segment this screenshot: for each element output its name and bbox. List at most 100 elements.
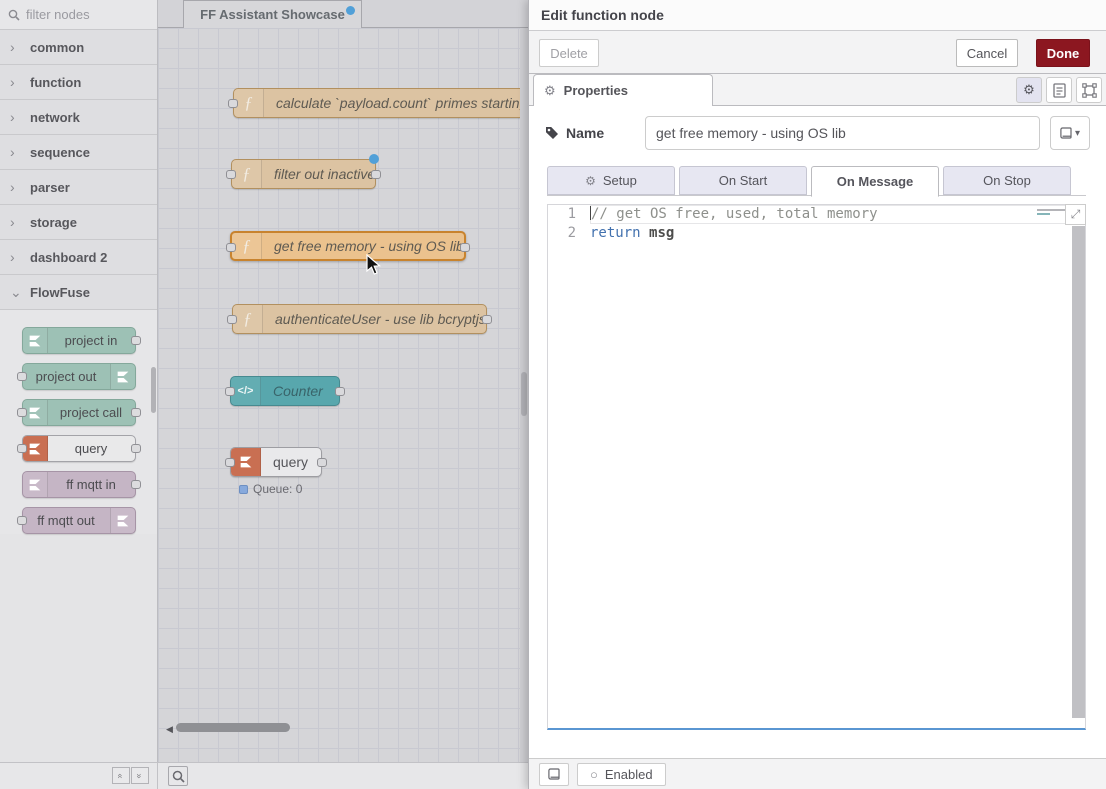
palette-category-network[interactable]: › network: [0, 100, 157, 135]
node-name-input[interactable]: [645, 116, 1040, 150]
canvas-horizontal-scrollbar[interactable]: ◀: [158, 722, 518, 734]
input-port[interactable]: [17, 516, 27, 525]
scrollbar-thumb[interactable]: [521, 372, 527, 416]
output-port[interactable]: [335, 387, 345, 396]
name-library-button[interactable]: ▾: [1050, 116, 1090, 150]
flow-canvas[interactable]: ƒ calculate `payload.count` primes start…: [158, 28, 528, 762]
palette-category-storage[interactable]: › storage: [0, 205, 157, 240]
palette-search-box[interactable]: [0, 0, 157, 30]
chevron-right-icon: ›: [10, 249, 20, 265]
node-label: authenticateUser - use lib bcryptjs: [263, 305, 486, 333]
node-palette: › common › function › network › sequence…: [0, 0, 158, 762]
node-calculate-primes[interactable]: ƒ calculate `payload.count` primes start…: [233, 88, 528, 118]
function-icon: ƒ: [234, 89, 264, 117]
tray-form: Name ▾ ⚙ Setup On Start On Message On St…: [529, 106, 1106, 730]
input-port[interactable]: [17, 372, 27, 381]
tab-on-start[interactable]: On Start: [679, 166, 807, 195]
tab-on-message[interactable]: On Message: [811, 166, 939, 197]
status-dot-icon: [239, 485, 248, 494]
palette-category-flowfuse[interactable]: ⌄ FlowFuse: [0, 275, 157, 310]
palette-category-dashboard2[interactable]: › dashboard 2: [0, 240, 157, 275]
flowfuse-logo-icon: [110, 508, 135, 533]
node-get-free-memory[interactable]: ƒ get free memory - using OS lib: [230, 231, 466, 261]
input-port[interactable]: [226, 170, 236, 179]
library-button[interactable]: [539, 763, 569, 786]
palette-node-project-out[interactable]: project out: [22, 363, 136, 390]
palette-category-parser[interactable]: › parser: [0, 170, 157, 205]
palette-node-ff-mqtt-in[interactable]: ff mqtt in: [22, 471, 136, 498]
output-port[interactable]: [131, 408, 141, 417]
input-port[interactable]: [17, 408, 27, 417]
palette-node-project-call[interactable]: project call: [22, 399, 136, 426]
input-port[interactable]: [228, 99, 238, 108]
palette-node-project-in[interactable]: project in: [22, 327, 136, 354]
output-port[interactable]: [131, 444, 141, 453]
palette-search-input[interactable]: [26, 7, 136, 22]
enabled-toggle-button[interactable]: ○ Enabled: [577, 763, 666, 786]
palette-collapse-all-button[interactable]: «: [112, 767, 130, 784]
input-port[interactable]: [226, 243, 236, 252]
node-appearance-button[interactable]: [1076, 77, 1102, 103]
input-port[interactable]: [225, 387, 235, 396]
done-button[interactable]: Done: [1036, 39, 1090, 67]
palette-category-function[interactable]: › function: [0, 65, 157, 100]
input-port[interactable]: [17, 444, 27, 453]
tab-on-stop[interactable]: On Stop: [943, 166, 1071, 195]
canvas-vertical-scrollbar[interactable]: [520, 28, 528, 762]
node-authenticate-user[interactable]: ƒ authenticateUser - use lib bcryptjs: [232, 304, 487, 334]
code-editor[interactable]: 1 // get OS free, used, total memory 2 r…: [547, 204, 1086, 730]
tab-properties-label: Properties: [564, 83, 628, 98]
palette-node-label: project call: [48, 400, 135, 425]
palette-category-label: network: [30, 110, 80, 125]
node-label: Counter: [261, 377, 339, 405]
node-filter-out-inactive[interactable]: ƒ filter out inactive: [231, 159, 376, 189]
palette-category-sequence[interactable]: › sequence: [0, 135, 157, 170]
palette-node-query[interactable]: query: [22, 435, 136, 462]
node-label: calculate `payload.count` primes startin…: [264, 89, 528, 117]
node-label: query: [261, 448, 321, 476]
palette-expand-all-button[interactable]: »: [131, 767, 149, 784]
name-label: Name: [545, 125, 637, 141]
palette-category-common[interactable]: › common: [0, 30, 157, 65]
tab-properties[interactable]: ⚙ Properties: [533, 74, 713, 106]
edit-node-tray: Edit function node Delete Cancel Done ⚙ …: [528, 0, 1106, 789]
node-description-button[interactable]: [1046, 77, 1072, 103]
flowfuse-logo-icon: [23, 328, 48, 353]
output-port[interactable]: [131, 480, 141, 489]
gear-icon: ⚙: [544, 83, 556, 99]
scroll-left-arrow-icon[interactable]: ◀: [166, 724, 173, 735]
tray-toolbar: Delete Cancel Done: [529, 31, 1106, 74]
delete-button[interactable]: Delete: [539, 39, 599, 67]
palette-category-label: common: [30, 40, 84, 55]
editor-scrollbar[interactable]: [1072, 226, 1085, 718]
flowfuse-logo-icon: [110, 364, 135, 389]
palette-scrollbar[interactable]: [151, 367, 156, 413]
radio-circle-icon: ○: [590, 767, 598, 782]
function-icon: ƒ: [232, 233, 262, 259]
output-port[interactable]: [317, 458, 327, 467]
node-counter[interactable]: </> Counter: [230, 376, 340, 406]
scrollbar-thumb[interactable]: [176, 723, 290, 732]
output-port[interactable]: [371, 170, 381, 179]
node-query[interactable]: query Queue: 0: [230, 447, 322, 477]
appearance-icon: [1082, 83, 1097, 98]
editor-expand-button[interactable]: ⤢: [1065, 204, 1086, 225]
output-port[interactable]: [460, 243, 470, 252]
flow-tab-label: FF Assistant Showcase: [200, 7, 345, 22]
input-port[interactable]: [225, 458, 235, 467]
output-port[interactable]: [482, 315, 492, 324]
chevron-right-icon: ›: [10, 214, 20, 230]
document-icon: [1053, 83, 1066, 98]
search-icon: [8, 9, 20, 21]
editor-footer: « »: [0, 762, 528, 789]
input-port[interactable]: [227, 315, 237, 324]
flow-tab[interactable]: FF Assistant Showcase: [183, 0, 362, 28]
cancel-button[interactable]: Cancel: [956, 39, 1018, 67]
node-properties-button[interactable]: ⚙: [1016, 77, 1042, 103]
palette-node-ff-mqtt-out[interactable]: ff mqtt out: [22, 507, 136, 534]
output-port[interactable]: [131, 336, 141, 345]
chevron-right-icon: ›: [10, 39, 20, 55]
canvas-search-button[interactable]: [168, 766, 188, 786]
tab-setup[interactable]: ⚙ Setup: [547, 166, 675, 195]
chevron-right-icon: ›: [10, 144, 20, 160]
